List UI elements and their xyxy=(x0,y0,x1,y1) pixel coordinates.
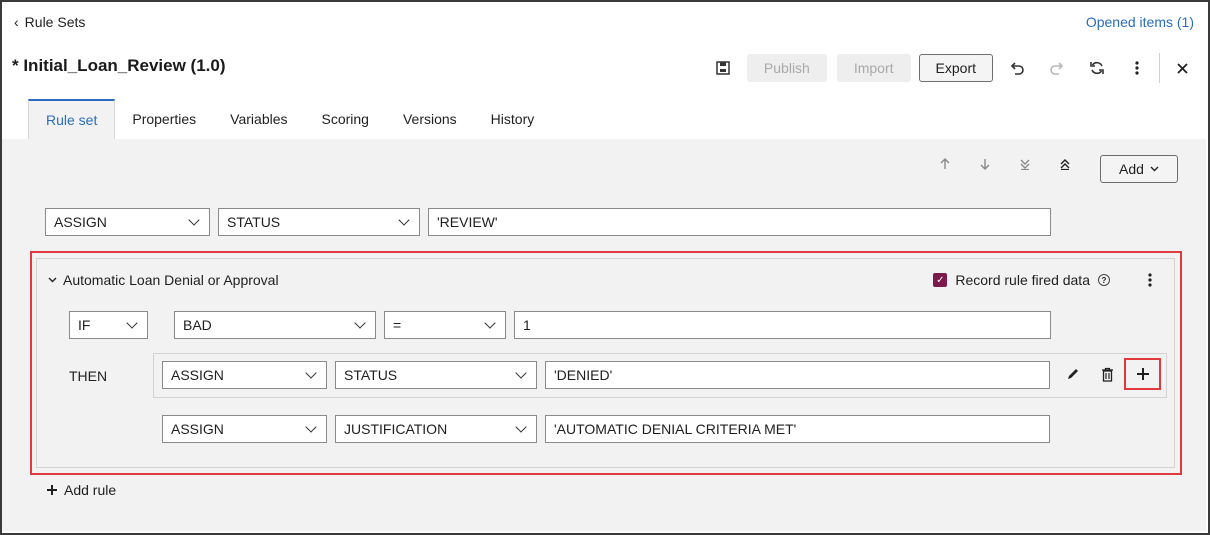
move-down-icon[interactable] xyxy=(972,157,998,173)
action-value-input-2[interactable]: 'AUTOMATIC DENIAL CRITERIA MET' xyxy=(545,415,1050,443)
tab-history[interactable]: History xyxy=(474,99,552,139)
trash-icon[interactable] xyxy=(1101,367,1114,385)
chevron-down-icon xyxy=(484,317,496,329)
record-checkbox[interactable]: ✓ xyxy=(933,273,948,287)
tab-versions[interactable]: Versions xyxy=(386,99,474,139)
operator-select[interactable]: = xyxy=(384,311,506,339)
undo-icon[interactable] xyxy=(1003,54,1031,82)
chevron-down-icon xyxy=(305,421,317,433)
toolbar-divider xyxy=(1159,53,1160,83)
top-variable-select[interactable]: STATUS xyxy=(218,208,420,236)
action-select[interactable]: ASSIGN xyxy=(162,361,327,389)
top-value-input[interactable]: 'REVIEW' xyxy=(428,208,1051,236)
add-label: Add xyxy=(1119,161,1144,177)
chevron-left-icon: ‹ xyxy=(14,14,19,30)
action-variable-select[interactable]: STATUS xyxy=(335,361,537,389)
move-up-icon[interactable] xyxy=(932,157,958,173)
chevron-down-icon xyxy=(515,367,527,379)
chevron-down-icon xyxy=(1150,166,1159,172)
redo-icon[interactable] xyxy=(1043,54,1071,82)
rule-header[interactable]: Automatic Loan Denial or Approval xyxy=(48,272,279,288)
action-value: ASSIGN xyxy=(171,367,224,383)
export-button[interactable]: Export xyxy=(918,54,993,82)
tab-scoring[interactable]: Scoring xyxy=(305,99,386,139)
refresh-icon[interactable] xyxy=(1083,54,1111,82)
save-icon[interactable] xyxy=(709,54,737,82)
publish-button[interactable]: Publish xyxy=(746,54,827,82)
chevron-down-icon xyxy=(354,317,366,329)
import-button[interactable]: Import xyxy=(836,54,911,82)
chevron-down-icon xyxy=(398,214,410,226)
more-icon[interactable] xyxy=(1123,54,1151,82)
condition-variable-select[interactable]: BAD xyxy=(174,311,376,339)
rule-more-icon[interactable] xyxy=(1140,270,1160,290)
toolbar: Publish Import Export xyxy=(709,53,1196,83)
if-select[interactable]: IF xyxy=(69,311,148,339)
back-link[interactable]: ‹ Rule Sets xyxy=(14,14,85,30)
top-variable-value: STATUS xyxy=(227,214,281,230)
chevron-down-icon xyxy=(126,317,138,329)
tab-rule-set[interactable]: Rule set xyxy=(28,98,116,140)
opened-items-link[interactable]: Opened items (1) xyxy=(1086,14,1194,30)
row-tools xyxy=(932,157,1078,173)
expand-all-icon[interactable] xyxy=(1012,157,1038,173)
chevron-down-icon xyxy=(305,367,317,379)
condition-variable-value: BAD xyxy=(183,317,212,333)
help-icon[interactable]: ? xyxy=(1098,274,1110,286)
add-action-button[interactable] xyxy=(1124,358,1161,390)
tab-variables[interactable]: Variables xyxy=(213,99,304,139)
back-label: Rule Sets xyxy=(24,14,86,30)
plus-icon xyxy=(47,485,57,495)
tab-bar: Rule set Properties Variables Scoring Ve… xyxy=(28,98,552,140)
edit-icon[interactable] xyxy=(1066,367,1080,384)
condition-value-input[interactable]: 1 xyxy=(514,311,1051,339)
add-rule-button[interactable]: Add rule xyxy=(46,482,116,498)
add-dropdown-button[interactable]: Add xyxy=(1100,155,1178,183)
close-icon[interactable] xyxy=(1168,54,1196,82)
action-value-2: ASSIGN xyxy=(171,421,224,437)
action-value-input[interactable]: 'DENIED' xyxy=(545,361,1050,389)
top-action-value: ASSIGN xyxy=(54,214,107,230)
chevron-down-icon xyxy=(515,421,527,433)
top-action-select[interactable]: ASSIGN xyxy=(45,208,210,236)
page-title: * Initial_Loan_Review (1.0) xyxy=(12,56,226,75)
action-variable-value-2: JUSTIFICATION xyxy=(344,421,448,437)
collapse-all-icon[interactable] xyxy=(1052,157,1078,173)
tab-properties[interactable]: Properties xyxy=(115,99,213,139)
operator-value: = xyxy=(393,317,402,333)
chevron-down-icon xyxy=(188,214,200,226)
chevron-down-icon[interactable] xyxy=(48,277,57,283)
plus-icon xyxy=(1136,368,1149,380)
action-variable-value: STATUS xyxy=(344,367,398,383)
action-select-2[interactable]: ASSIGN xyxy=(162,415,327,443)
add-rule-label: Add rule xyxy=(64,482,117,498)
rule-name: Automatic Loan Denial or Approval xyxy=(63,272,279,288)
record-label: Record rule fired data xyxy=(955,272,1090,288)
then-label: THEN xyxy=(69,368,108,384)
record-rule-fired[interactable]: ✓ Record rule fired data ? xyxy=(933,272,1110,288)
if-value: IF xyxy=(78,317,91,333)
action-variable-select-2[interactable]: JUSTIFICATION xyxy=(335,415,537,443)
